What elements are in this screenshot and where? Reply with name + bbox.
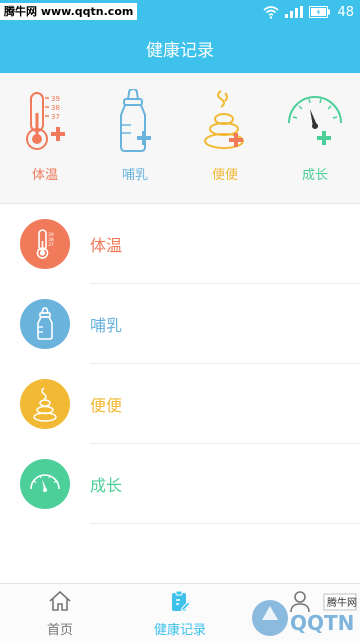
record-row-growth[interactable]: 成长 — [0, 444, 360, 524]
thermometer-add-icon: 39 38 37 — [26, 92, 65, 150]
quick-add-label: 哺乳 — [121, 168, 148, 183]
svg-text:QQTN: QQTN — [290, 611, 354, 635]
svg-text:37: 37 — [48, 242, 54, 248]
gauge-add-icon — [288, 96, 342, 145]
clipboard-icon — [172, 590, 191, 612]
tab-label: 健康记录 — [153, 623, 206, 638]
svg-text:37: 37 — [51, 113, 60, 121]
record-row-temperature[interactable]: 39 38 37 体温 — [0, 204, 360, 284]
quick-add-growth[interactable]: 成长 — [270, 73, 360, 203]
watermark: 腾牛网 www.qqtn.com — [0, 3, 138, 20]
record-label: 体温 — [90, 236, 123, 255]
tab-label: 首页 — [46, 623, 73, 638]
top-header: 腾牛网 www.qqtn.com 48 健康记录 — [0, 0, 360, 73]
status-icons: 48 — [263, 2, 354, 22]
quick-add-label: 便便 — [211, 168, 238, 183]
poop-add-icon — [204, 90, 244, 149]
record-row-poop[interactable]: 便便 — [0, 364, 360, 444]
thermometer-icon: 39 38 37 — [20, 219, 70, 269]
quick-add-temperature[interactable]: 39 38 37 体温 — [0, 73, 90, 203]
quick-add-poop[interactable]: 便便 — [180, 73, 270, 203]
quick-add-row: 39 38 37 体温 哺乳 便便 成长 — [0, 73, 360, 204]
record-label: 成长 — [90, 476, 123, 495]
record-label: 哺乳 — [90, 316, 123, 335]
tab-home[interactable]: 首页 — [0, 584, 120, 641]
record-list: 39 38 37 体温 哺乳 便便 成长 — [0, 204, 360, 524]
battery-charging-icon — [309, 6, 331, 18]
svg-text:39: 39 — [51, 95, 60, 103]
quick-add-feeding[interactable]: 哺乳 — [90, 73, 180, 203]
battery-level: 48 — [337, 4, 354, 20]
divider — [90, 523, 360, 524]
wifi-icon — [263, 6, 279, 19]
tab-health-record[interactable]: 健康记录 — [120, 584, 240, 641]
baby-bottle-add-icon — [120, 89, 151, 152]
status-bar: 腾牛网 www.qqtn.com 48 — [0, 0, 360, 24]
svg-text:腾牛网: 腾牛网 — [327, 596, 357, 609]
quick-add-label: 成长 — [301, 168, 328, 183]
home-icon — [49, 590, 71, 611]
record-row-feeding[interactable]: 哺乳 — [0, 284, 360, 364]
quick-add-label: 体温 — [31, 168, 58, 183]
qqtn-watermark-logo: QQTN 腾牛网 — [252, 593, 357, 636]
svg-text:38: 38 — [51, 104, 60, 112]
poop-icon — [20, 379, 70, 429]
record-label: 便便 — [90, 396, 123, 415]
signal-icon — [285, 6, 304, 18]
gauge-icon — [20, 459, 70, 509]
page-title: 健康记录 — [146, 41, 214, 61]
baby-bottle-icon — [20, 299, 70, 349]
